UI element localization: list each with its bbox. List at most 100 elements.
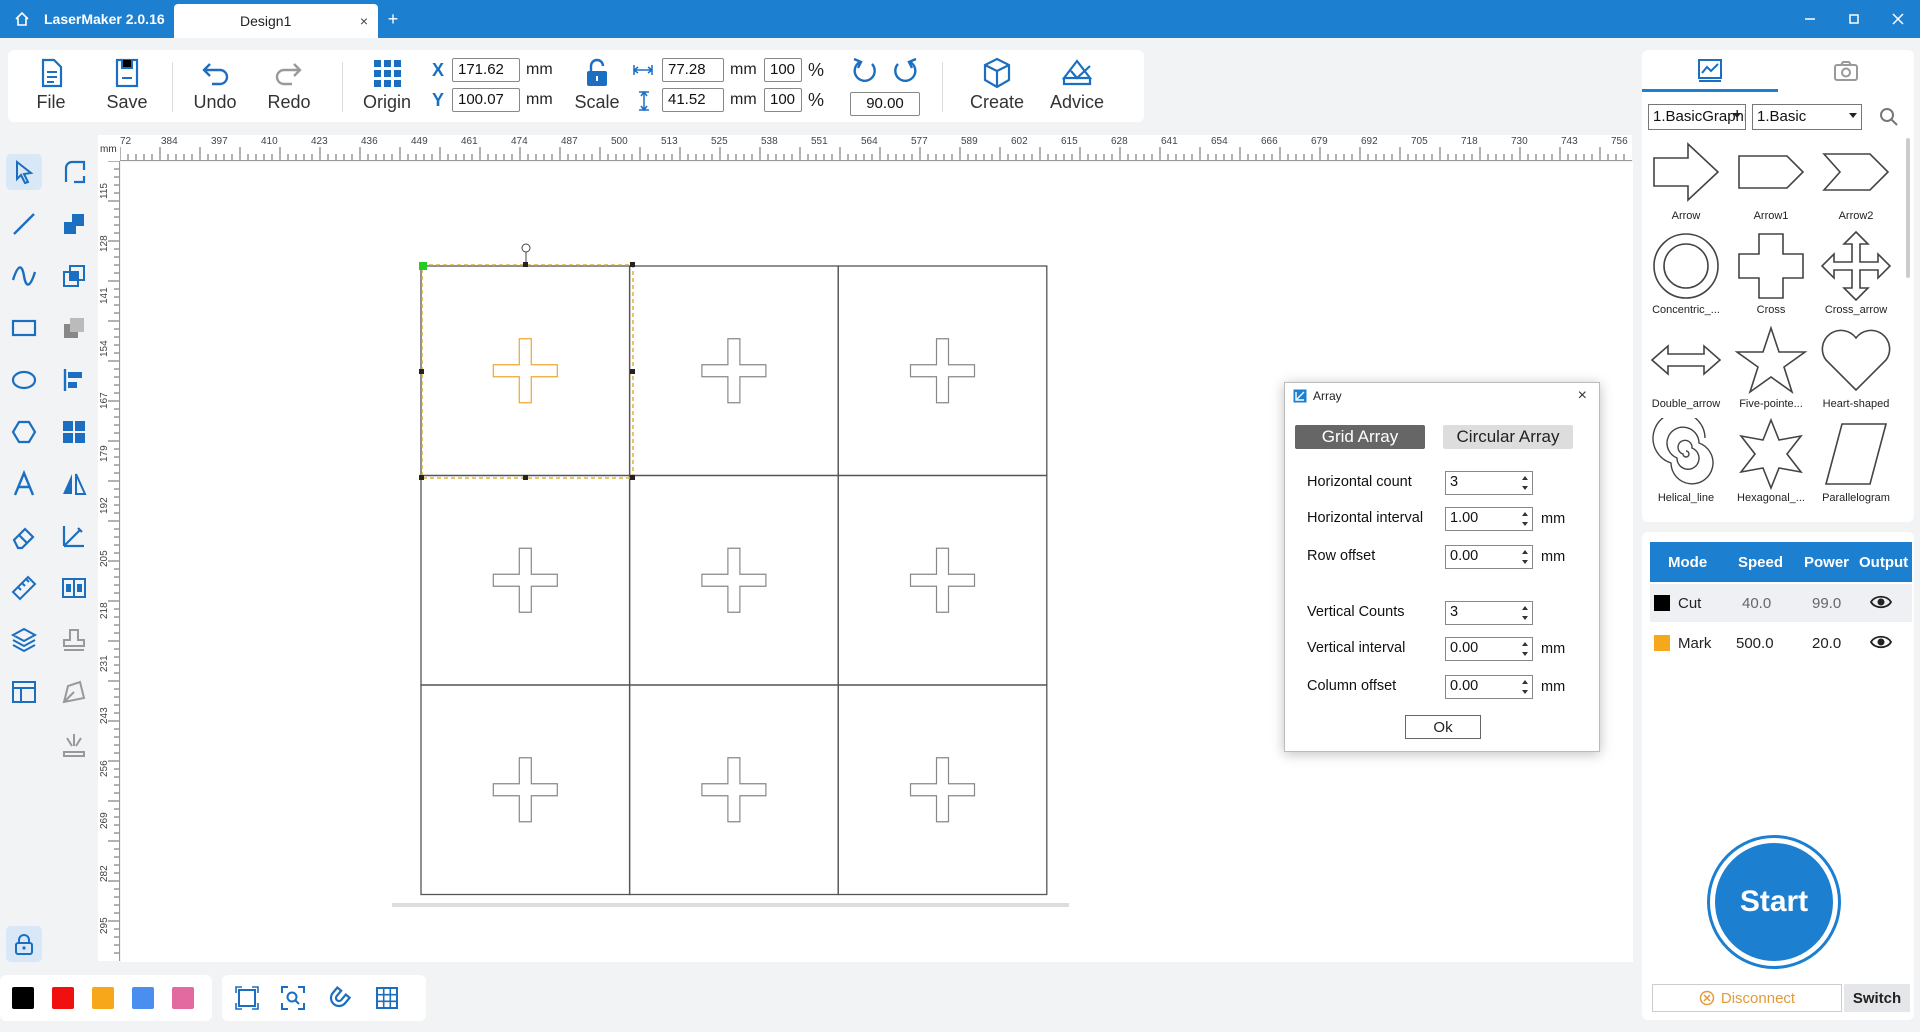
array-cell[interactable] (420, 474, 631, 686)
shape-item[interactable]: Arrow (1644, 136, 1728, 230)
line-tool[interactable] (6, 206, 42, 242)
text-tool[interactable] (6, 466, 42, 502)
window-close-icon[interactable] (1876, 0, 1920, 38)
switch-button[interactable]: Switch (1844, 984, 1910, 1012)
grid-toggle-button[interactable] (372, 983, 402, 1013)
tab-grid-array[interactable]: Grid Array (1295, 425, 1425, 449)
origin-button[interactable]: Origin (352, 56, 422, 118)
polygon-tool[interactable] (6, 414, 42, 450)
dialog-spinbox[interactable]: 0.00 (1445, 637, 1533, 661)
start-button[interactable]: Start (1710, 838, 1838, 966)
width-input[interactable]: 77.28 (662, 58, 724, 82)
distribute-tool[interactable] (56, 570, 92, 606)
home-icon[interactable] (0, 0, 44, 38)
rectangle-tool[interactable] (6, 310, 42, 346)
shape-item[interactable]: Five-pointe... (1729, 324, 1813, 418)
cross-shape[interactable] (492, 757, 558, 823)
shape-item[interactable]: Arrow2 (1814, 136, 1898, 230)
rotation-angle-input[interactable]: 90.00 (850, 92, 920, 116)
spin-up-icon[interactable] (1522, 642, 1528, 646)
layer-row-cut[interactable]: Cut 40.0 99.0 (1650, 584, 1912, 622)
height-percent-input[interactable]: 100 (764, 88, 802, 112)
selection-box[interactable] (419, 243, 635, 480)
array-cell[interactable] (628, 684, 839, 896)
restore-icon[interactable] (1832, 0, 1876, 38)
node-edit-tool[interactable] (56, 154, 92, 190)
eye-icon[interactable] (1869, 633, 1893, 655)
shape-item[interactable]: Helical_line (1644, 418, 1728, 512)
create-button[interactable]: Create (962, 56, 1032, 118)
height-input[interactable]: 41.52 (662, 88, 724, 112)
array-cell[interactable] (628, 474, 839, 686)
lock-button[interactable] (6, 926, 42, 962)
fit-canvas-button[interactable] (232, 983, 262, 1013)
cross-shape[interactable] (909, 757, 976, 823)
scale-lock-button[interactable]: Scale (562, 56, 632, 118)
shape-subcategory-select[interactable]: 1.Basic (1752, 104, 1862, 130)
select-tool[interactable] (6, 154, 42, 190)
spin-up-icon[interactable] (1522, 512, 1528, 516)
ok-button[interactable]: Ok (1405, 715, 1481, 739)
rotate-ccw-icon[interactable] (850, 56, 880, 86)
cross-shape[interactable] (701, 338, 767, 404)
layer-color-mark[interactable] (1654, 635, 1670, 651)
dialog-spinbox[interactable]: 3 (1445, 471, 1533, 495)
dialog-spinbox[interactable]: 0.00 (1445, 545, 1533, 569)
dialog-spinbox[interactable]: 0.00 (1445, 675, 1533, 699)
shape-category-select[interactable]: 1.BasicGraphics (1648, 104, 1746, 130)
color-swatch-blue[interactable] (132, 987, 154, 1009)
array-tool[interactable] (56, 414, 92, 450)
y-position-input[interactable]: 100.07 (452, 88, 520, 112)
spin-down-icon[interactable] (1522, 560, 1528, 564)
ruler-tool[interactable] (6, 570, 42, 606)
color-swatch-red[interactable] (52, 987, 74, 1009)
spin-down-icon[interactable] (1522, 616, 1528, 620)
tab-close-icon[interactable]: × (360, 13, 368, 29)
shape-item[interactable]: Hexagonal_... (1729, 418, 1813, 512)
template-tool[interactable] (6, 674, 42, 710)
eye-icon[interactable] (1869, 593, 1893, 615)
spin-down-icon[interactable] (1522, 690, 1528, 694)
spin-down-icon[interactable] (1522, 522, 1528, 526)
laser-tool[interactable] (56, 726, 92, 762)
selection-handle[interactable] (419, 262, 427, 270)
new-tab-button[interactable]: + (378, 0, 408, 38)
cross-shape[interactable] (492, 547, 558, 613)
cross-shape[interactable] (909, 547, 976, 613)
array-cell[interactable] (628, 265, 839, 477)
tab-shapes[interactable] (1642, 50, 1778, 92)
cross-shape[interactable] (701, 757, 767, 823)
tab-design1[interactable]: Design1 × (174, 4, 378, 38)
search-icon[interactable] (1878, 106, 1900, 128)
pen-tool[interactable] (56, 674, 92, 710)
curve-tool[interactable] (6, 258, 42, 294)
stamp-tool[interactable] (56, 622, 92, 658)
shapes-scrollbar[interactable] (1906, 138, 1910, 278)
rotate-cw-icon[interactable] (890, 56, 920, 86)
spin-up-icon[interactable] (1522, 606, 1528, 610)
shape-item[interactable]: Arrow1 (1729, 136, 1813, 230)
layer-color-cut[interactable] (1654, 595, 1670, 611)
mirror-tool[interactable] (56, 466, 92, 502)
layers-tool[interactable] (6, 622, 42, 658)
save-button[interactable]: Save (92, 56, 162, 118)
align-tool[interactable] (56, 362, 92, 398)
spin-down-icon[interactable] (1522, 486, 1528, 490)
file-button[interactable]: File (16, 56, 86, 118)
color-swatch-orange[interactable] (92, 987, 114, 1009)
measure-tool[interactable] (56, 518, 92, 554)
tab-camera[interactable] (1778, 50, 1914, 92)
intersect-tool[interactable] (56, 258, 92, 294)
undo-button[interactable]: Undo (180, 56, 250, 118)
minimize-icon[interactable] (1788, 0, 1832, 38)
shape-item[interactable]: Concentric_... (1644, 230, 1728, 324)
cross-shape[interactable] (701, 547, 767, 613)
subtract-tool[interactable] (56, 310, 92, 346)
zoom-selection-button[interactable] (278, 983, 308, 1013)
cross-shape[interactable] (909, 338, 976, 404)
array-cell[interactable] (837, 684, 1048, 896)
shape-item[interactable]: Cross (1729, 230, 1813, 324)
color-swatch-black[interactable] (12, 987, 34, 1009)
spin-up-icon[interactable] (1522, 680, 1528, 684)
rotate-handle[interactable] (521, 243, 531, 253)
